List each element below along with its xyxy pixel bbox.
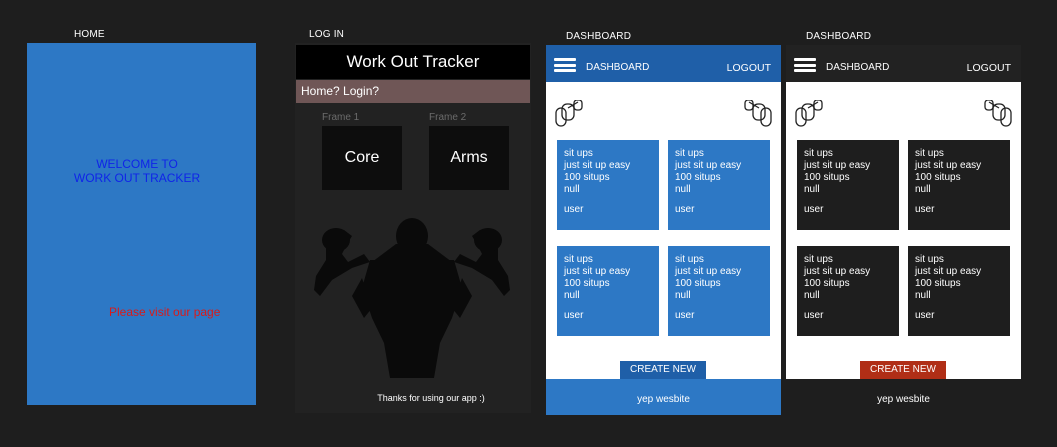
card-description: just sit up easy (915, 160, 982, 171)
card-title: sit ups (804, 148, 833, 159)
card-description: just sit up easy (675, 160, 742, 171)
tile-caption-arms: Frame 2 (429, 112, 467, 123)
bodybuilder-silhouette (314, 218, 510, 378)
card-extra: null (675, 184, 691, 195)
card-description: just sit up easy (675, 266, 742, 277)
footer-link[interactable]: yep wesbite (546, 379, 781, 415)
card-count: 100 situps (915, 172, 961, 183)
card-count: 100 situps (675, 278, 721, 289)
frame-label-login: LOG IN (309, 29, 345, 40)
card-count: 100 situps (915, 278, 961, 289)
card-count: 100 situps (675, 172, 721, 183)
home-login-nav[interactable]: Home? Login? (296, 80, 530, 103)
card-extra: null (564, 184, 580, 195)
thanks-message: Thanks for using our app :) (377, 393, 485, 403)
card-user: user (915, 204, 935, 215)
workout-card[interactable]: sit ups just sit up easy 100 situps null… (557, 140, 659, 230)
card-extra: null (564, 290, 580, 301)
dashboard-title: DASHBOARD (826, 62, 890, 73)
card-user: user (804, 204, 824, 215)
card-user: user (564, 310, 584, 321)
card-user: user (675, 310, 695, 321)
dumbbell-icon (795, 100, 823, 127)
dumbbell-icon (744, 100, 772, 127)
frame-label-home: HOME (74, 29, 105, 40)
dashboard-dark-screen: DASHBOARD LOGOUT sit ups just sit up eas… (786, 45, 1021, 415)
create-new-button[interactable]: CREATE NEW (860, 361, 946, 379)
card-title: sit ups (564, 148, 593, 159)
card-user: user (564, 204, 584, 215)
card-description: just sit up easy (915, 266, 982, 277)
card-user: user (804, 310, 824, 321)
card-extra: null (804, 184, 820, 195)
visit-page-link[interactable]: Please visit our page (109, 305, 220, 319)
dashboard-body: sit ups just sit up easy 100 situps null… (546, 82, 781, 379)
card-extra: null (915, 184, 931, 195)
dashboard-title: DASHBOARD (586, 62, 650, 73)
app-title: Work Out Tracker (296, 45, 530, 79)
workout-card[interactable]: sit ups just sit up easy 100 situps null… (557, 246, 659, 336)
card-description: just sit up easy (804, 266, 871, 277)
card-description: just sit up easy (804, 160, 871, 171)
card-title: sit ups (804, 254, 833, 265)
tile-caption-core: Frame 1 (322, 112, 360, 123)
card-title: sit ups (675, 254, 704, 265)
card-extra: null (915, 290, 931, 301)
welcome-text: WELCOME TO WORK OUT TRACKER (27, 157, 247, 185)
workout-card[interactable]: sit ups just sit up easy 100 situps null… (908, 140, 1010, 230)
dashboard-body: sit ups just sit up easy 100 situps null… (786, 82, 1021, 379)
welcome-line-1: WELCOME TO (96, 157, 178, 171)
card-user: user (915, 310, 935, 321)
workout-card[interactable]: sit ups just sit up easy 100 situps null… (908, 246, 1010, 336)
card-title: sit ups (915, 254, 944, 265)
card-title: sit ups (564, 254, 593, 265)
card-count: 100 situps (804, 172, 850, 183)
welcome-line-2: WORK OUT TRACKER (73, 171, 201, 185)
workout-card[interactable]: sit ups just sit up easy 100 situps null… (668, 246, 770, 336)
card-count: 100 situps (564, 278, 610, 289)
login-screen: Work Out Tracker Home? Login? Frame 1 Co… (295, 43, 531, 413)
card-extra: null (675, 290, 691, 301)
card-extra: null (804, 290, 820, 301)
frame-label-dashboard-blue: DASHBOARD (566, 31, 632, 42)
card-user: user (675, 204, 695, 215)
card-description: just sit up easy (564, 266, 631, 277)
core-tile[interactable]: Core (322, 126, 402, 190)
hamburger-icon[interactable] (554, 58, 576, 72)
dashboard-blue-screen: DASHBOARD LOGOUT sit ups just sit up eas… (546, 45, 781, 415)
footer-link[interactable]: yep wesbite (786, 379, 1021, 415)
card-title: sit ups (675, 148, 704, 159)
card-count: 100 situps (804, 278, 850, 289)
dumbbell-icon (984, 100, 1012, 127)
card-description: just sit up easy (564, 160, 631, 171)
hamburger-icon[interactable] (794, 58, 816, 72)
dashboard-header: DASHBOARD LOGOUT (546, 45, 781, 82)
workout-card[interactable]: sit ups just sit up easy 100 situps null… (668, 140, 770, 230)
card-title: sit ups (915, 148, 944, 159)
frame-label-dashboard-dark: DASHBOARD (806, 31, 872, 42)
workout-card[interactable]: sit ups just sit up easy 100 situps null… (797, 140, 899, 230)
arms-tile[interactable]: Arms (429, 126, 509, 190)
home-screen: WELCOME TO WORK OUT TRACKER Please visit… (27, 43, 256, 405)
dumbbell-icon (555, 100, 583, 127)
workout-card[interactable]: sit ups just sit up easy 100 situps null… (797, 246, 899, 336)
dashboard-header: DASHBOARD LOGOUT (786, 45, 1021, 82)
logout-button[interactable]: LOGOUT (727, 62, 771, 74)
create-new-button[interactable]: CREATE NEW (620, 361, 706, 379)
logout-button[interactable]: LOGOUT (967, 62, 1011, 74)
card-count: 100 situps (564, 172, 610, 183)
